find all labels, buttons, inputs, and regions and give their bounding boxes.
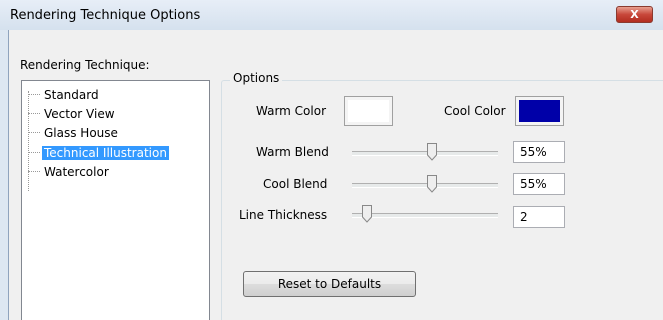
cool-color-swatch[interactable] [515,96,564,126]
warm-color-fill [348,100,389,122]
dialog-window: Rendering Technique Options X Rendering … [0,0,663,320]
cool-blend-slider[interactable] [352,183,498,188]
rendering-technique-label: Rendering Technique: [20,58,150,72]
tree-item-watercolor[interactable]: Watercolor [28,164,111,180]
cool-blend-slider-thumb[interactable] [427,175,438,193]
warm-blend-slider[interactable] [352,151,498,156]
cool-blend-label: Cool Blend [263,177,328,191]
warm-blend-slider-thumb[interactable] [427,143,438,161]
warm-blend-input[interactable]: 55% [513,141,565,163]
tree-item-standard[interactable]: Standard [28,87,101,103]
cool-color-label: Cool Color [444,104,506,118]
line-thickness-label: Line Thickness [239,208,328,222]
tree-item-technical-illustration[interactable]: Technical Illustration [28,145,169,161]
close-icon: X [630,8,639,21]
cool-blend-input[interactable]: 55% [513,173,565,195]
warm-color-label: Warm Color [256,104,327,118]
warm-blend-label: Warm Blend [256,145,329,159]
tree-item-glass-house[interactable]: Glass House [28,125,120,141]
close-button[interactable]: X [616,6,653,23]
options-group-title: Options [230,71,283,85]
warm-color-swatch[interactable] [344,96,393,126]
cool-color-fill [519,100,560,122]
line-thickness-slider[interactable] [352,213,498,218]
title-bar[interactable]: Rendering Technique Options X [0,0,663,30]
technique-tree[interactable]: Standard Vector View Glass House Technic… [21,80,210,320]
window-title: Rendering Technique Options [10,8,201,23]
tree-item-vector-view[interactable]: Vector View [28,106,117,122]
line-thickness-slider-thumb[interactable] [361,205,372,223]
line-thickness-input[interactable]: 2 [513,206,565,228]
reset-to-defaults-button[interactable]: Reset to Defaults [243,271,416,297]
